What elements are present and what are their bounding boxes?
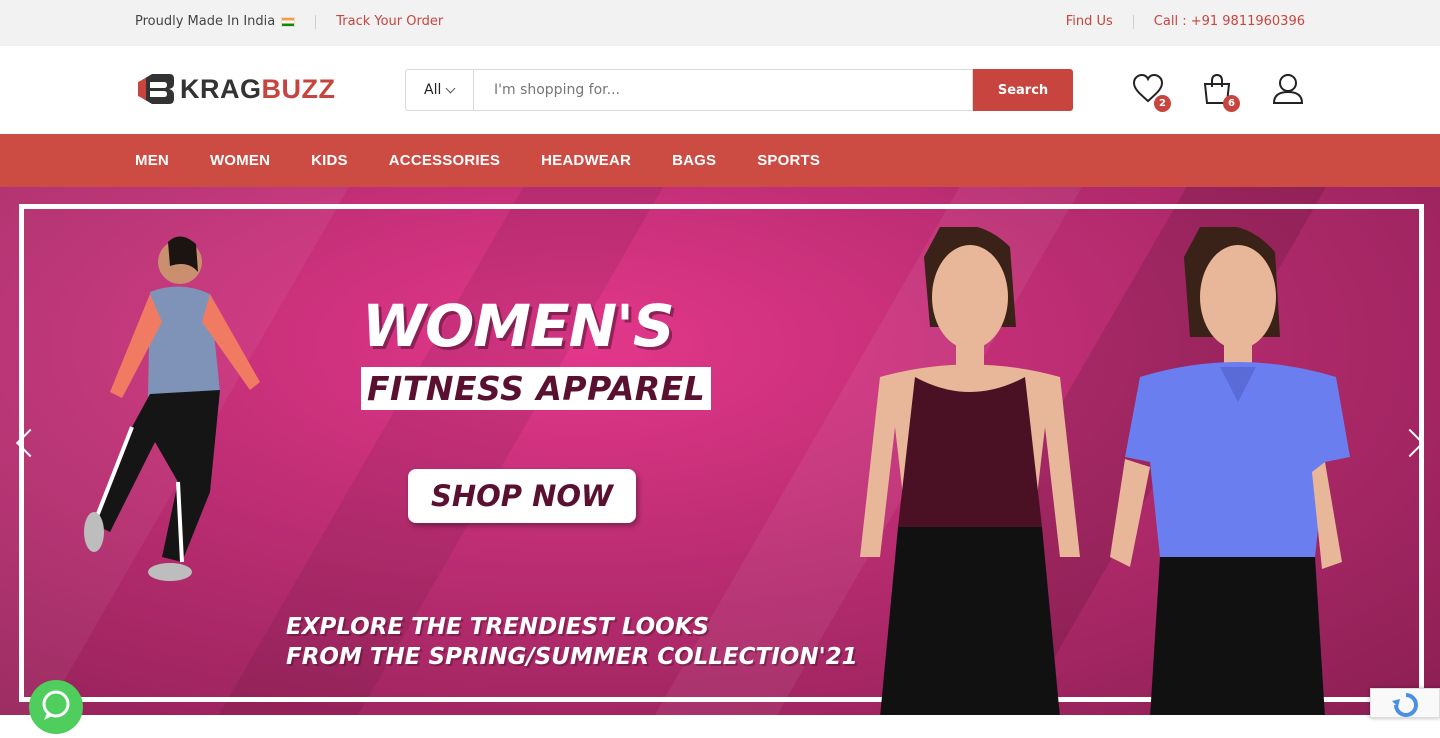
model-polo-image bbox=[1110, 227, 1350, 715]
top-bar-left: Proudly Made In India Track Your Order bbox=[135, 14, 443, 29]
cart-button[interactable]: 6 bbox=[1200, 72, 1240, 112]
slider-prev-arrow-icon[interactable] bbox=[14, 427, 34, 457]
nav-item-women[interactable]: WOMEN bbox=[210, 152, 270, 169]
nav-item-accessories[interactable]: ACCESSORIES bbox=[389, 152, 500, 169]
model-tank-top-image bbox=[860, 227, 1080, 715]
chevron-down-icon bbox=[445, 83, 456, 93]
divider bbox=[1132, 14, 1134, 29]
search-button[interactable]: Search bbox=[973, 69, 1073, 111]
hero-tagline: EXPLORE THE TRENDIEST LOOKS FROM THE SPR… bbox=[286, 612, 858, 672]
whatsapp-icon bbox=[42, 690, 70, 720]
hero-banner[interactable]: WOMEN'S FITNESS APPAREL SHOP NOW EXPLORE… bbox=[0, 187, 1440, 715]
hero-tagline-line1: EXPLORE THE TRENDIEST LOOKS bbox=[286, 614, 710, 640]
track-order-link[interactable]: Track Your Order bbox=[336, 14, 443, 29]
wishlist-count-badge: 2 bbox=[1154, 95, 1171, 112]
call-link[interactable]: Call : +91 9811960396 bbox=[1154, 14, 1305, 29]
search-input[interactable] bbox=[473, 69, 973, 111]
top-bar-right: Find Us Call : +91 9811960396 bbox=[1066, 14, 1305, 29]
nav-item-kids[interactable]: KIDS bbox=[311, 152, 348, 169]
hero-tagline-line2: FROM THE SPRING/SUMMER COLLECTION'21 bbox=[286, 644, 858, 670]
nav-item-men[interactable]: MEN bbox=[135, 152, 169, 169]
site-logo[interactable]: KRAGBUZZ bbox=[136, 70, 335, 108]
made-in-india-text: Proudly Made In India bbox=[135, 14, 276, 29]
slider-next-arrow-icon[interactable] bbox=[1406, 427, 1426, 457]
nav-item-headwear[interactable]: HEADWEAR bbox=[541, 152, 631, 169]
user-icon bbox=[1272, 74, 1304, 104]
logo-text-part2: BUZZ bbox=[261, 73, 336, 104]
nav-item-sports[interactable]: SPORTS bbox=[757, 152, 820, 169]
top-bar: Proudly Made In India Track Your Order F… bbox=[0, 0, 1440, 46]
hero-headline: WOMEN'S bbox=[362, 292, 675, 360]
search-bar: All Search bbox=[405, 69, 1073, 111]
main-nav: MEN WOMEN KIDS ACCESSORIES HEADWEAR BAGS… bbox=[0, 134, 1440, 187]
category-dropdown[interactable]: All bbox=[405, 69, 473, 111]
account-button[interactable] bbox=[1271, 72, 1305, 106]
site-header: KRAGBUZZ All Search 2 6 bbox=[0, 46, 1440, 134]
whatsapp-chat-button[interactable] bbox=[29, 680, 83, 734]
find-us-link[interactable]: Find Us bbox=[1066, 14, 1113, 29]
kragbuzz-logo-icon bbox=[138, 74, 174, 104]
india-flag-icon bbox=[281, 16, 296, 27]
recaptcha-badge bbox=[1370, 688, 1440, 718]
hero-subheadline: FITNESS APPAREL bbox=[361, 367, 712, 410]
model-running-image bbox=[84, 236, 260, 581]
logo-text-part1: KRAG bbox=[180, 73, 262, 104]
nav-item-bags[interactable]: BAGS bbox=[672, 152, 716, 169]
cart-count-badge: 6 bbox=[1223, 95, 1240, 112]
shop-now-button[interactable]: SHOP NOW bbox=[408, 469, 636, 523]
divider bbox=[315, 14, 317, 29]
logo-text: KRAGBUZZ bbox=[180, 74, 335, 105]
wishlist-button[interactable]: 2 bbox=[1131, 72, 1171, 112]
category-dropdown-value: All bbox=[424, 82, 442, 98]
